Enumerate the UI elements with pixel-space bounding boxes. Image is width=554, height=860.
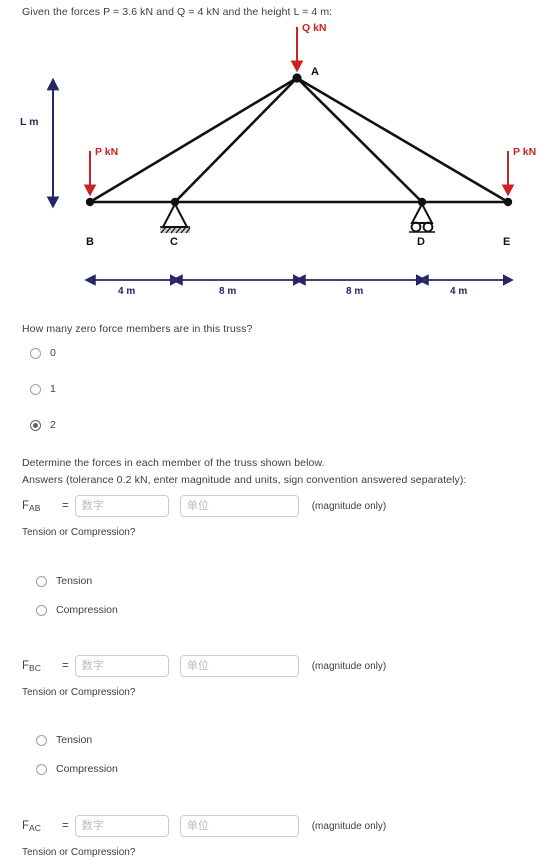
joint-A	[292, 73, 302, 83]
radio-label-fbc-compression: Compression	[56, 763, 118, 775]
radio-option-one[interactable]: 1	[30, 381, 56, 397]
radio-option-two[interactable]: 2	[30, 417, 56, 433]
fab-magnitude-note: (magnitude only)	[311, 500, 387, 512]
fac-tension-compression-label: Tension or Compression?	[22, 847, 136, 858]
fbc-radio-compression[interactable]: Compression	[36, 761, 118, 777]
fac-unit-input[interactable]	[179, 815, 299, 837]
dimension-label-BC: 4 m	[118, 286, 136, 297]
node-label-D: D	[417, 236, 425, 248]
dimension-label-MidD: 8 m	[346, 286, 364, 297]
truss-diagram: A B C D E Q kN P kN P kN L m 4 m 8 m 8 m…	[0, 18, 554, 308]
radio-icon-two[interactable]	[30, 419, 41, 431]
radio-icon-zero[interactable]	[30, 347, 41, 359]
radio-icon-fbc-compression[interactable]	[36, 763, 47, 775]
force-subscript-fac: AC	[29, 822, 41, 833]
radio-label-zero: 0	[50, 347, 56, 359]
radio-label-fbc-tension: Tension	[56, 734, 93, 746]
node-label-C: C	[170, 236, 178, 248]
fab-unit-input[interactable]	[179, 495, 299, 517]
fbc-value-input[interactable]	[74, 655, 169, 677]
node-label-A: A	[311, 66, 319, 78]
radio-label-one: 1	[50, 383, 56, 395]
force-symbol-fbc: FBC	[22, 659, 41, 673]
equals-sign-fab: =	[62, 500, 69, 512]
radio-label-two: 2	[50, 419, 56, 431]
dimension-label-height: L m	[20, 116, 39, 128]
truss-svg	[46, 27, 515, 286]
radio-label-fab-tension: Tension	[56, 575, 93, 587]
joint-B	[85, 197, 95, 207]
answer-row-fbc: FBC = (magnitude only)	[22, 654, 386, 678]
fbc-tension-compression-label: Tension or Compression?	[22, 687, 136, 698]
fbc-radio-tension[interactable]: Tension	[36, 732, 92, 748]
radio-label-fab-compression: Compression	[56, 604, 118, 616]
answer-row-fab: FAB = (magnitude only)	[22, 494, 386, 518]
radio-option-zero[interactable]: 0	[30, 345, 56, 361]
radio-icon-fbc-tension[interactable]	[36, 734, 47, 746]
radio-icon-fab-tension[interactable]	[36, 575, 47, 587]
force-symbol-fab: FAB	[22, 499, 41, 513]
force-subscript-fbc: BC	[29, 662, 41, 673]
node-label-B: B	[86, 236, 94, 248]
fbc-unit-input[interactable]	[179, 655, 299, 677]
given-forces-text: Given the forces P = 3.6 kN and Q = 4 kN…	[22, 6, 333, 18]
radio-icon-one[interactable]	[30, 383, 41, 395]
dimension-label-CMid: 8 m	[219, 286, 237, 297]
fab-radio-tension[interactable]: Tension	[36, 573, 92, 589]
answers-tolerance-text: Answers (tolerance 0.2 kN, enter magnitu…	[22, 474, 467, 486]
joint-E	[503, 197, 513, 207]
roller-support-D	[409, 201, 435, 233]
fbc-magnitude-note: (magnitude only)	[311, 660, 387, 672]
fab-radio-compression[interactable]: Compression	[36, 602, 118, 618]
fab-value-input[interactable]	[74, 495, 169, 517]
fac-value-input[interactable]	[74, 815, 169, 837]
pin-support-C	[160, 201, 191, 234]
load-label-Q: Q kN	[302, 22, 327, 34]
determine-forces-text: Determine the forces in each member of t…	[22, 457, 325, 469]
force-symbol-fac: FAC	[22, 819, 41, 833]
fab-tension-compression-label: Tension or Compression?	[22, 527, 136, 538]
node-label-E: E	[503, 236, 511, 248]
dimension-label-DE: 4 m	[450, 286, 468, 297]
worksheet-page: Given the forces P = 3.6 kN and Q = 4 kN…	[0, 0, 554, 860]
load-label-P-right: P kN	[513, 146, 537, 158]
load-label-P-left: P kN	[95, 146, 119, 158]
zero-force-question-text: How many zero force members are in this …	[22, 323, 253, 335]
equals-sign-fbc: =	[62, 660, 69, 672]
equals-sign-fac: =	[62, 820, 69, 832]
answer-row-fac: FAC = (magnitude only)	[22, 814, 386, 838]
force-subscript-fab: AB	[29, 502, 41, 513]
radio-icon-fab-compression[interactable]	[36, 604, 47, 616]
fac-magnitude-note: (magnitude only)	[311, 820, 387, 832]
